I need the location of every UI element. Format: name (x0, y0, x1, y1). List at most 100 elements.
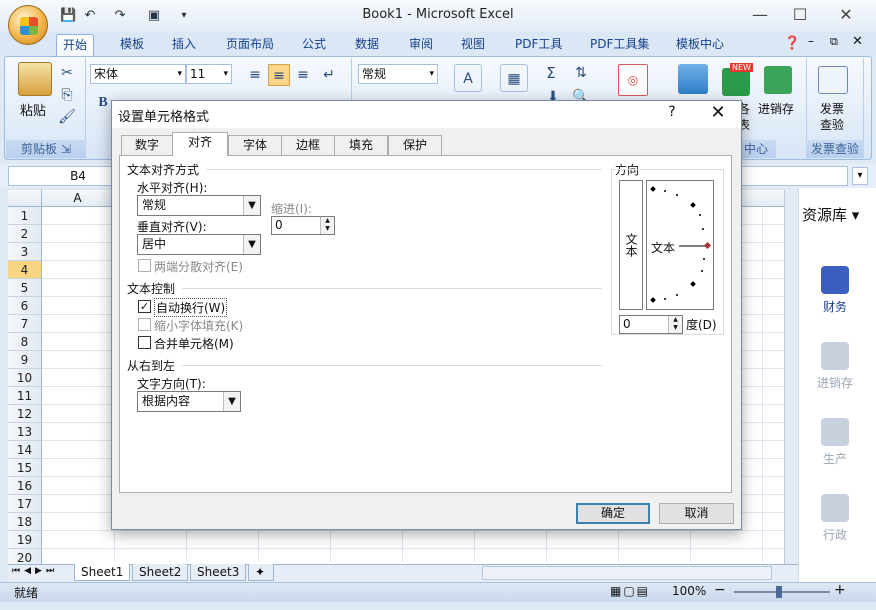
formula-expand-button[interactable]: ▾ (852, 167, 868, 185)
vertical-text-button[interactable]: 文本 (619, 180, 643, 310)
column-header-a[interactable]: A (42, 191, 114, 207)
sheet-tab-3[interactable]: Sheet3 (190, 564, 247, 581)
zoom-out-button[interactable]: − (714, 582, 726, 598)
excel-new-icon[interactable] (722, 68, 750, 96)
row-header[interactable]: 18 (8, 513, 42, 531)
ribbon-close-icon[interactable]: ✕ (852, 34, 863, 49)
format-painter-icon[interactable]: 🖌 (56, 106, 78, 128)
row-header[interactable]: 6 (8, 297, 42, 315)
help-icon[interactable]: ❓ (784, 36, 800, 51)
tab-template-center[interactable]: 模板中心 (670, 34, 730, 56)
dialog-tab-number[interactable]: 数字 (121, 135, 173, 155)
paste-label[interactable]: 粘贴 (20, 100, 46, 119)
tab-insert[interactable]: 插入 (166, 34, 202, 56)
row-header[interactable]: 5 (8, 279, 42, 297)
shrink-to-fit-checkbox[interactable] (138, 318, 151, 331)
text-direction-select[interactable]: 根据内容 ▼ (137, 391, 241, 412)
template-grid-icon[interactable] (678, 64, 708, 94)
indent-stepper[interactable]: 0 ▲ ▼ (271, 216, 335, 235)
resource-item-finance[interactable]: 财务 (798, 266, 872, 315)
font-name-combo[interactable]: 宋体 ▾ (90, 64, 186, 84)
merge-cells-checkbox[interactable] (138, 336, 151, 349)
tab-pdf-toolset[interactable]: PDF工具集 (584, 34, 655, 56)
vertical-align-select[interactable]: 居中 ▼ (137, 234, 261, 255)
distributed-checkbox[interactable] (138, 259, 151, 272)
horizontal-align-select[interactable]: 常规 ▼ (137, 195, 261, 216)
row-header[interactable]: 7 (8, 315, 42, 333)
degrees-stepper[interactable]: 0 ▲ ▼ (619, 315, 683, 334)
tab-data[interactable]: 数据 (349, 34, 385, 56)
dialog-help-button[interactable]: ? (662, 104, 682, 120)
tab-page-layout[interactable]: 页面布局 (220, 34, 280, 56)
resource-item-admin[interactable]: 行政 (798, 494, 872, 543)
insert-cells-icon[interactable]: ▦ (500, 64, 528, 92)
pdf-icon[interactable]: ◎ (618, 64, 648, 96)
office-button[interactable] (8, 5, 48, 45)
sheet-tab-1[interactable]: Sheet1 (74, 564, 131, 581)
resource-panel-title[interactable]: 资源库 ▾ (802, 204, 859, 225)
dialog-tab-alignment[interactable]: 对齐 (172, 132, 228, 156)
tab-review[interactable]: 审阅 (403, 34, 439, 56)
minimize-button[interactable]: — (746, 5, 774, 25)
row-header[interactable]: 1 (8, 207, 42, 225)
inventory-label[interactable]: 进销存 (758, 100, 794, 117)
invoice-label-1[interactable]: 发票 (820, 100, 844, 117)
font-size-combo[interactable]: 11 ▾ (186, 64, 232, 84)
ok-button[interactable]: 确定 (576, 503, 650, 524)
dialog-tab-fill[interactable]: 填充 (334, 135, 388, 155)
row-header[interactable]: 3 (8, 243, 42, 261)
maximize-button[interactable]: ☐ (786, 5, 814, 25)
sheet-tab-2[interactable]: Sheet2 (132, 564, 189, 581)
align-top-icon[interactable]: ≡ (244, 64, 266, 86)
horizontal-scrollbar[interactable] (482, 566, 772, 580)
row-header[interactable]: 9 (8, 351, 42, 369)
zoom-slider[interactable] (734, 591, 830, 593)
dialog-tab-protection[interactable]: 保护 (388, 135, 442, 155)
dialog-tab-font[interactable]: 字体 (228, 135, 282, 155)
row-header[interactable]: 4 (8, 261, 42, 279)
spin-arrows-icon[interactable]: ▲ ▼ (320, 217, 334, 234)
ribbon-minimize-icon[interactable]: – (808, 34, 814, 48)
zoom-slider-thumb[interactable] (776, 586, 782, 598)
wrap-text-icon[interactable]: ↵ (318, 64, 340, 86)
copy-icon[interactable]: ⎘ (56, 84, 78, 106)
close-button[interactable]: ✕ (832, 5, 860, 25)
tab-pdf-tools[interactable]: PDF工具 (509, 34, 568, 56)
dialog-close-button[interactable]: ✕ (706, 103, 730, 123)
tab-template[interactable]: 模板 (114, 34, 150, 56)
dialog-tab-border[interactable]: 边框 (281, 135, 335, 155)
insert-sheet-icon[interactable]: ✦ (248, 564, 274, 581)
row-header[interactable]: 12 (8, 405, 42, 423)
sort-filter-icon[interactable]: ⇅ (570, 62, 592, 84)
inventory-icon[interactable] (764, 66, 792, 94)
spin-arrows-icon[interactable]: ▲ ▼ (668, 316, 682, 333)
tab-view[interactable]: 视图 (455, 34, 491, 56)
cell-styles-icon[interactable]: A (454, 64, 482, 92)
row-header[interactable]: 11 (8, 387, 42, 405)
row-header[interactable]: 8 (8, 333, 42, 351)
wrap-text-checkbox[interactable]: ✓ (138, 300, 151, 313)
cut-icon[interactable]: ✂ (56, 62, 78, 84)
align-middle-icon[interactable]: ≡ (268, 64, 290, 86)
row-header[interactable]: 10 (8, 369, 42, 387)
number-format-combo[interactable]: 常规 ▾ (358, 64, 438, 84)
sheet-nav-icons[interactable]: ⏮◀▶⏭ (12, 566, 58, 576)
row-header[interactable]: 13 (8, 423, 42, 441)
invoice-label-2[interactable]: 查验 (820, 116, 844, 133)
view-mode-icons[interactable]: ▦▢▤ (610, 584, 650, 598)
tab-home[interactable]: 开始 (56, 34, 95, 56)
cancel-button[interactable]: 取消 (659, 503, 734, 524)
tab-formulas[interactable]: 公式 (296, 34, 332, 56)
orientation-dial[interactable]: 文本 (646, 180, 714, 310)
row-header[interactable]: 15 (8, 459, 42, 477)
zoom-in-button[interactable]: + (834, 582, 846, 598)
align-bottom-icon[interactable]: ≡ (292, 64, 314, 86)
row-header[interactable]: 14 (8, 441, 42, 459)
row-header[interactable]: 2 (8, 225, 42, 243)
select-all-corner[interactable] (8, 190, 42, 207)
paste-icon[interactable] (18, 62, 52, 96)
row-header[interactable]: 19 (8, 531, 42, 549)
ribbon-restore-icon[interactable]: ⧉ (830, 35, 838, 49)
zoom-level[interactable]: 100% (672, 584, 706, 598)
resource-item-inventory[interactable]: 进销存 (798, 342, 872, 391)
